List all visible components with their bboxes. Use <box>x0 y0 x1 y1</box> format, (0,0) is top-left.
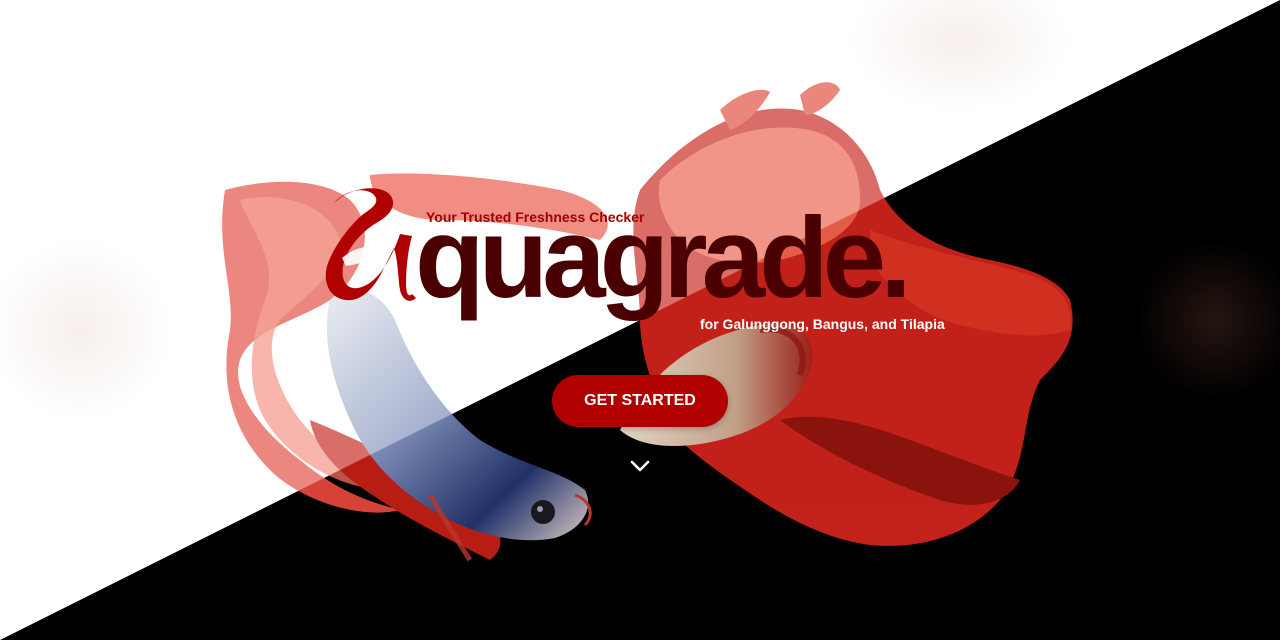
brand-subtitle: for Galunggong, Bangus, and Tilapia <box>700 316 945 332</box>
chevron-down-icon[interactable] <box>628 456 652 476</box>
brand-wordmark: quagrade. <box>415 195 912 322</box>
logo-script-a <box>325 188 416 301</box>
brand-logo: Your Trusted Freshness Checker quagrade.… <box>0 0 1280 640</box>
get-started-button[interactable]: GET STARTED <box>552 375 728 427</box>
hero-section: Your Trusted Freshness Checker quagrade.… <box>0 0 1280 640</box>
